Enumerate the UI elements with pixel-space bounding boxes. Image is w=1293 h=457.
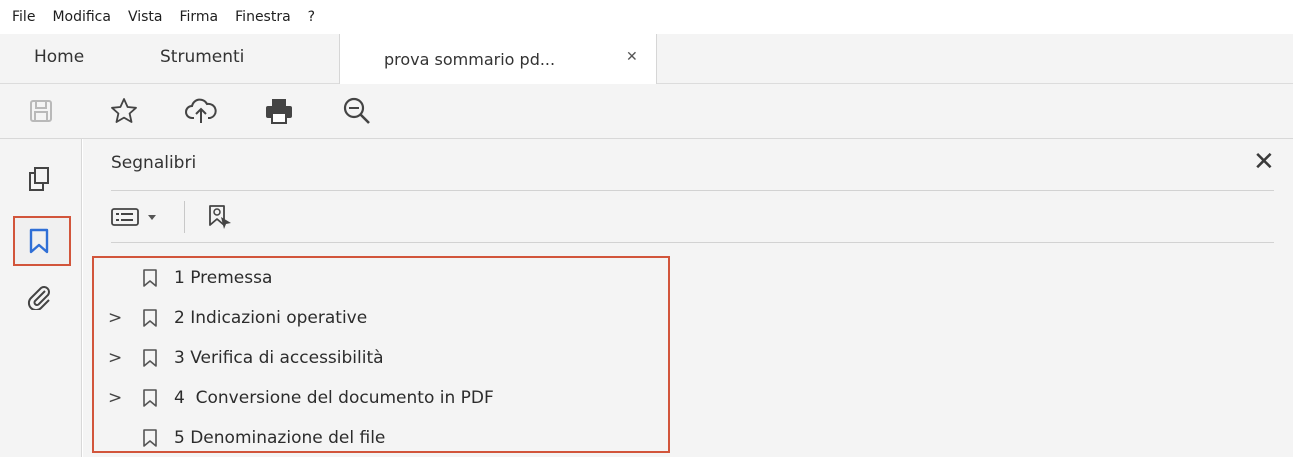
menu-file[interactable]: File: [12, 9, 35, 25]
new-bookmark-button[interactable]: [203, 201, 237, 233]
attachment-icon[interactable]: [22, 280, 56, 314]
menu-help[interactable]: ?: [308, 9, 315, 25]
menu-firma[interactable]: Firma: [179, 9, 218, 25]
toolbar: [0, 84, 1293, 139]
new-bookmark-icon: [209, 205, 231, 229]
bookmark-item-4[interactable]: > 4 Conversione del documento in PDF: [94, 378, 668, 418]
save-icon[interactable]: [24, 94, 58, 128]
chevron-down-icon: [148, 215, 156, 220]
bookmark-icon: [143, 349, 157, 367]
bookmark-icon[interactable]: [22, 224, 56, 258]
bookmark-item-2[interactable]: > 2 Indicazioni operative: [94, 298, 668, 338]
expand-chevron-icon[interactable]: >: [108, 308, 122, 328]
bookmark-label: 3 Verifica di accessibilità: [174, 348, 384, 368]
panel-title: Segnalibri: [111, 153, 197, 173]
divider: [111, 190, 1274, 191]
bookmark-label: 2 Indicazioni operative: [174, 308, 368, 328]
close-panel-icon[interactable]: ✕: [1253, 147, 1275, 177]
menu-finestra[interactable]: Finestra: [235, 9, 291, 25]
toolbar-separator: [184, 201, 185, 233]
cloud-upload-icon[interactable]: [184, 94, 218, 128]
bookmark-icon: [143, 309, 157, 327]
bookmark-item-1[interactable]: 1 Premessa: [94, 258, 668, 298]
divider: [111, 242, 1274, 243]
bookmark-item-5[interactable]: 5 Denominazione del file: [94, 418, 668, 457]
bookmark-icon: [143, 269, 157, 287]
bookmark-label: 1 Premessa: [174, 268, 273, 288]
bookmark-item-3[interactable]: > 3 Verifica di accessibilità: [94, 338, 668, 378]
expand-chevron-icon[interactable]: >: [108, 388, 122, 408]
menu-modifica[interactable]: Modifica: [52, 9, 111, 25]
bookmark-icon: [143, 429, 157, 447]
tab-tools[interactable]: Strumenti: [160, 32, 244, 82]
bookmark-label: 5 Denominazione del file: [174, 428, 386, 448]
bookmark-icon: [143, 389, 157, 407]
menu-bar: File Modifica Vista Firma Finestra ?: [0, 0, 1293, 34]
close-tab-icon[interactable]: ✕: [626, 49, 638, 65]
navigation-rail: [0, 139, 82, 457]
bookmarks-panel: Segnalibri ✕ 1 Premessa > 2 Indicazioni …: [83, 139, 1293, 457]
tab-document-label: prova sommario pd...: [384, 50, 556, 69]
tab-document[interactable]: prova sommario pd... ✕: [339, 34, 657, 85]
print-icon[interactable]: [262, 94, 296, 128]
bookmark-list: 1 Premessa > 2 Indicazioni operative > 3…: [92, 256, 670, 453]
expand-chevron-icon[interactable]: >: [108, 348, 122, 368]
options-dropdown-button[interactable]: [111, 201, 159, 233]
tab-home[interactable]: Home: [34, 32, 84, 82]
options-list-icon: [111, 208, 139, 226]
star-icon[interactable]: [107, 94, 141, 128]
pages-icon[interactable]: [22, 162, 56, 196]
zoom-out-icon[interactable]: [340, 94, 374, 128]
menu-vista[interactable]: Vista: [128, 9, 163, 25]
tab-bar: Home Strumenti prova sommario pd... ✕: [0, 32, 1293, 85]
bookmark-label: 4 Conversione del documento in PDF: [174, 388, 494, 408]
